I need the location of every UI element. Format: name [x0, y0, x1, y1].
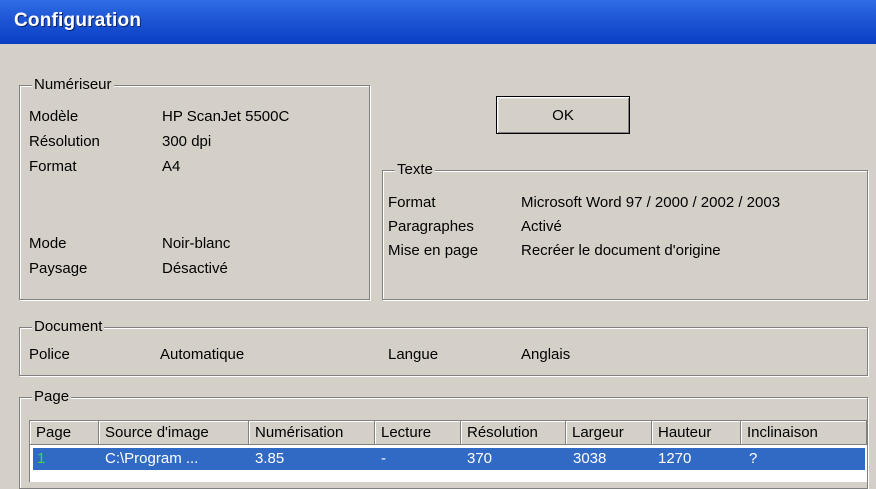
cell-reading: -: [381, 450, 386, 467]
title-bar[interactable]: Configuration: [0, 0, 876, 44]
document-language-label: Langue: [388, 346, 439, 363]
scanner-resolution-value: 300 dpi: [162, 133, 212, 150]
scanner-landscape-label: Paysage: [29, 260, 88, 277]
scanner-landscape-value: Désactivé: [162, 260, 228, 277]
text-paragraphs-value: Activé: [521, 218, 562, 235]
page-list[interactable]: Page Source d'image Numérisation Lecture…: [29, 420, 867, 482]
text-group: Texte: [382, 161, 868, 300]
scanner-format-label: Format: [29, 158, 77, 175]
document-legend: Document: [32, 318, 105, 336]
page-legend: Page: [32, 388, 72, 406]
text-layout-value: Recréer le document d'origine: [521, 242, 721, 259]
cell-skew: ?: [749, 450, 758, 467]
window-title: Configuration: [14, 10, 142, 31]
table-row[interactable]: 1 C:\Program ... 3.85 - 370 3038 1270 ?: [33, 448, 865, 470]
ok-button-label: OK: [552, 106, 574, 124]
cell-scan: 3.85: [255, 450, 285, 467]
document-language-value: Anglais: [521, 346, 571, 363]
column-header-page[interactable]: Page: [30, 421, 99, 445]
column-header-reading[interactable]: Lecture: [375, 421, 461, 445]
column-header-image-source[interactable]: Source d'image: [99, 421, 249, 445]
column-header-resolution[interactable]: Résolution: [461, 421, 566, 445]
column-header-width[interactable]: Largeur: [566, 421, 652, 445]
document-font-value: Automatique: [160, 346, 245, 363]
scanner-resolution-label: Résolution: [29, 133, 100, 150]
scanner-legend: Numériseur: [32, 76, 114, 94]
ok-button[interactable]: OK: [496, 96, 630, 134]
cell-image-source: C:\Program ...: [105, 450, 199, 467]
text-format-label: Format: [388, 194, 436, 211]
scanner-model-value: HP ScanJet 5500C: [162, 108, 290, 125]
cell-height: 1270: [658, 450, 692, 467]
column-header-scan[interactable]: Numérisation: [249, 421, 375, 445]
scanner-model-label: Modèle: [29, 108, 79, 125]
text-format-value: Microsoft Word 97 / 2000 / 2002 / 2003: [521, 194, 781, 211]
scanner-mode-value: Noir-blanc: [162, 235, 231, 252]
text-paragraphs-label: Paragraphes: [388, 218, 474, 235]
scanner-mode-label: Mode: [29, 235, 67, 252]
text-legend: Texte: [395, 161, 435, 179]
text-layout-label: Mise en page: [388, 242, 479, 259]
cell-page: 1: [37, 450, 46, 467]
scanner-format-value: A4: [162, 158, 181, 175]
document-group: Document: [19, 318, 868, 376]
column-header-skew[interactable]: Inclinaison: [741, 421, 867, 445]
document-font-label: Police: [29, 346, 70, 363]
cell-width: 3038: [573, 450, 607, 467]
cell-resolution: 370: [467, 450, 493, 467]
column-header-height[interactable]: Hauteur: [652, 421, 741, 445]
